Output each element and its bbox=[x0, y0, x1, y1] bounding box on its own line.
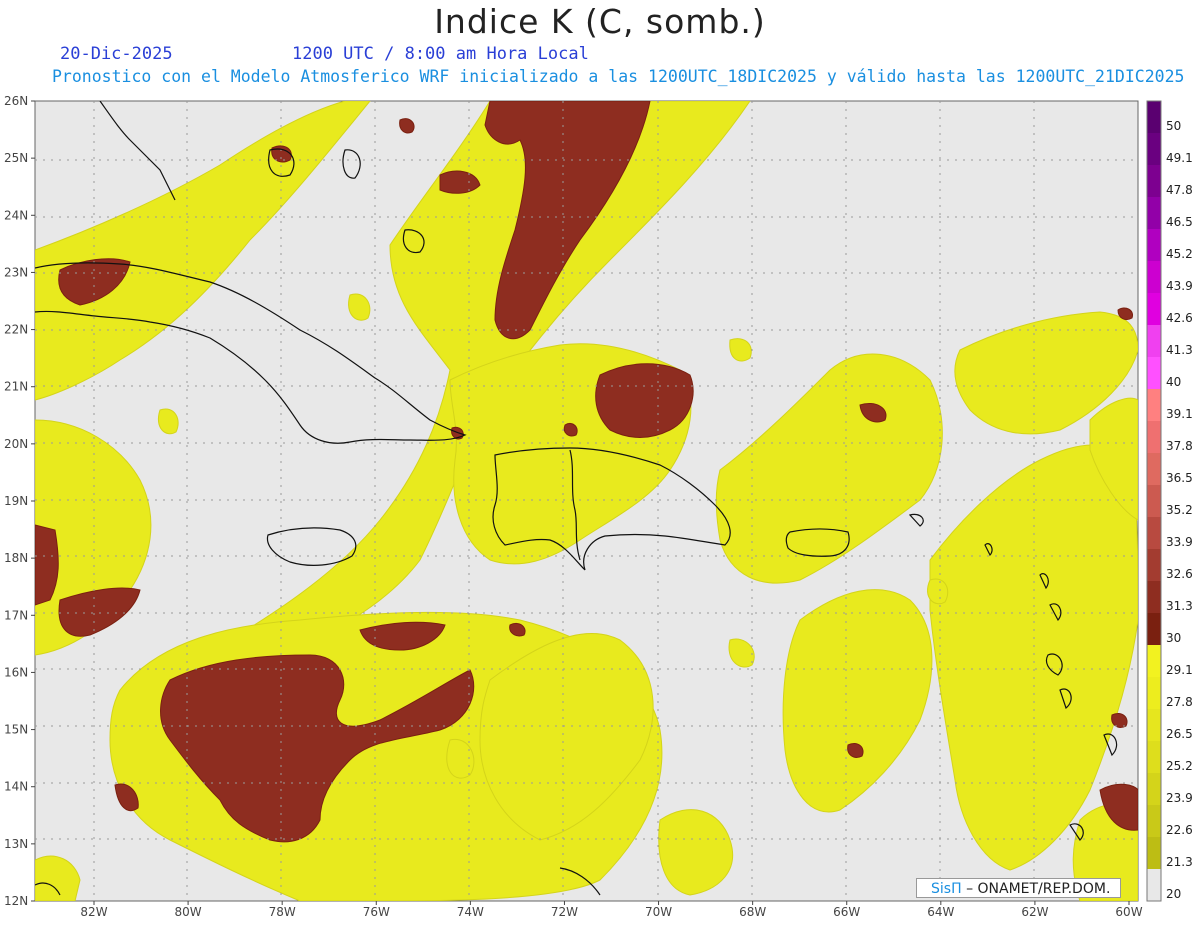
colorbar-label: 26.5 bbox=[1166, 727, 1193, 741]
lat-label-16N: 16N bbox=[4, 665, 28, 679]
colorbar-swatch bbox=[1147, 773, 1161, 806]
lon-label-82W: 82W bbox=[80, 905, 107, 919]
colorbar-label: 46.5 bbox=[1166, 215, 1193, 229]
lon-label-74W: 74W bbox=[457, 905, 484, 919]
lon-label-70W: 70W bbox=[645, 905, 672, 919]
colorbar-label: 23.9 bbox=[1166, 791, 1193, 805]
colorbar-label: 20 bbox=[1166, 887, 1181, 901]
colorbar-label: 22.6 bbox=[1166, 823, 1193, 837]
lon-label-76W: 76W bbox=[363, 905, 390, 919]
colorbar-swatch bbox=[1147, 165, 1161, 198]
lat-label-17N: 17N bbox=[4, 608, 28, 622]
lat-label-25N: 25N bbox=[4, 151, 28, 165]
credit-text: – ONAMET/REP.DOM. bbox=[966, 881, 1111, 897]
colorbar-label: 42.6 bbox=[1166, 311, 1193, 325]
colorbar-swatch bbox=[1147, 517, 1161, 550]
lat-label-26N: 26N bbox=[4, 94, 28, 108]
colorbar-swatch bbox=[1147, 869, 1161, 902]
colorbar-swatch bbox=[1147, 837, 1161, 870]
colorbar-swatch bbox=[1147, 389, 1161, 422]
lat-label-23N: 23N bbox=[4, 265, 28, 279]
colorbar-label: 41.3 bbox=[1166, 343, 1193, 357]
colorbar-swatch bbox=[1147, 581, 1161, 614]
colorbar-swatch bbox=[1147, 549, 1161, 582]
lat-label-14N: 14N bbox=[4, 780, 28, 794]
colorbar-label: 21.3 bbox=[1166, 855, 1193, 869]
lon-label-78W: 78W bbox=[269, 905, 296, 919]
colorbar-swatch bbox=[1147, 293, 1161, 326]
lat-label-18N: 18N bbox=[4, 551, 28, 565]
colorbar-label: 29.1 bbox=[1166, 663, 1193, 677]
colorbar-swatch bbox=[1147, 485, 1161, 518]
colorbar-swatch bbox=[1147, 101, 1161, 134]
lon-label-72W: 72W bbox=[551, 905, 578, 919]
colorbar: 50 49.1 47.8 46.5 45.2 43.9 42.6 41.3 40 39.1 37.8… bbox=[1146, 100, 1193, 902]
lon-label-60W: 60W bbox=[1115, 905, 1142, 919]
credit-box: SisΠ – ONAMET/REP.DOM. bbox=[916, 878, 1121, 898]
colorbar-swatch bbox=[1147, 197, 1161, 230]
colorbar-swatch bbox=[1147, 709, 1161, 742]
colorbar-label: 36.5 bbox=[1166, 471, 1193, 485]
colorbar-label: 37.8 bbox=[1166, 439, 1193, 453]
colorbar-swatch bbox=[1147, 677, 1161, 710]
colorbar-swatch bbox=[1147, 645, 1161, 678]
lon-label-64W: 64W bbox=[927, 905, 954, 919]
colorbar-label: 39.1 bbox=[1166, 407, 1193, 421]
colorbar-swatch bbox=[1147, 229, 1161, 262]
colorbar-label: 40 bbox=[1166, 375, 1181, 389]
colorbar-swatch bbox=[1147, 357, 1161, 390]
latitude-labels: 26N 25N 24N 23N 22N 21N 20N 19N 18N 17N 16N 15N 14N 1… bbox=[4, 94, 35, 908]
colorbar-label: 43.9 bbox=[1166, 279, 1193, 293]
colorbar-label: 45.2 bbox=[1166, 247, 1193, 261]
lat-label-12N: 12N bbox=[4, 894, 28, 908]
lat-label-21N: 21N bbox=[4, 380, 28, 394]
lon-label-66W: 66W bbox=[833, 905, 860, 919]
lat-label-22N: 22N bbox=[4, 323, 28, 337]
colorbar-swatch bbox=[1147, 261, 1161, 294]
colorbar-swatch bbox=[1147, 613, 1161, 646]
colorbar-swatch bbox=[1147, 133, 1161, 166]
weather-map: 26N 25N 24N 23N 22N 21N 20N 19N 18N 17N 16N 15N 14N 1… bbox=[4, 94, 1193, 919]
colorbar-swatch bbox=[1147, 453, 1161, 486]
colorbar-label: 35.2 bbox=[1166, 503, 1193, 517]
colorbar-label: 27.8 bbox=[1166, 695, 1193, 709]
longitude-labels: 82W 80W 78W 76W 74W 72W 70W 68W 66W 64W 62W 60W bbox=[80, 901, 1143, 919]
colorbar-label: 49.1 bbox=[1166, 151, 1193, 165]
lon-label-68W: 68W bbox=[739, 905, 766, 919]
colorbar-label: 31.3 bbox=[1166, 599, 1193, 613]
colorbar-label: 30 bbox=[1166, 631, 1181, 645]
colorbar-swatch bbox=[1147, 421, 1161, 454]
colorbar-label: 25.2 bbox=[1166, 759, 1193, 773]
lon-label-80W: 80W bbox=[175, 905, 202, 919]
lat-label-15N: 15N bbox=[4, 723, 28, 737]
lon-label-62W: 62W bbox=[1021, 905, 1048, 919]
colorbar-swatch bbox=[1147, 805, 1161, 838]
colorbar-label: 32.6 bbox=[1166, 567, 1193, 581]
colorbar-label: 50 bbox=[1166, 119, 1181, 133]
colorbar-label: 33.9 bbox=[1166, 535, 1193, 549]
colorbar-swatch bbox=[1147, 325, 1161, 358]
colorbar-swatch bbox=[1147, 741, 1161, 774]
colorbar-label: 47.8 bbox=[1166, 183, 1193, 197]
credit-brand: SisΠ bbox=[931, 881, 962, 897]
lat-label-20N: 20N bbox=[4, 437, 28, 451]
lat-label-19N: 19N bbox=[4, 494, 28, 508]
lat-label-13N: 13N bbox=[4, 837, 28, 851]
lat-label-24N: 24N bbox=[4, 208, 28, 222]
